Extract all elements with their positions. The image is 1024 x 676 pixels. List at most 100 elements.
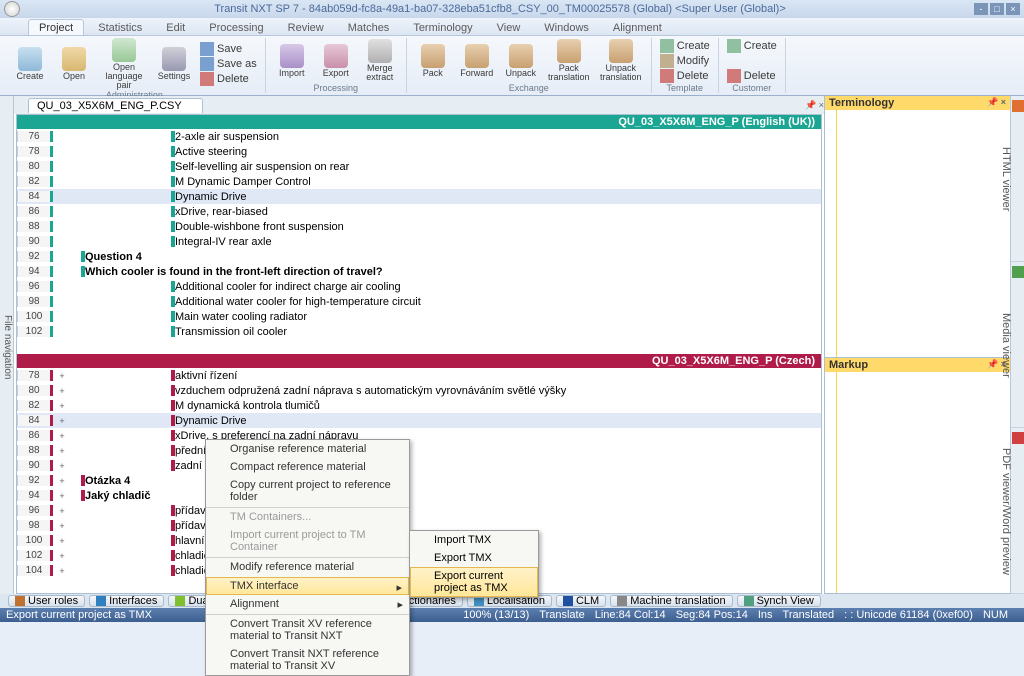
app-logo (4, 1, 20, 17)
settings-button[interactable]: Settings (154, 38, 194, 90)
submenu-export-tmx[interactable]: Export TMX (410, 549, 538, 567)
status-line: Line:84 Col:14 (595, 609, 666, 621)
open-button[interactable]: Open (54, 38, 94, 90)
status-bar: Export current project as TMX 100% (13/1… (0, 608, 1024, 622)
segment-row[interactable]: 92Question 4 (17, 249, 821, 264)
chevron-right-icon: ▸ (397, 598, 403, 611)
tmpl-modify-button[interactable]: Modify (658, 54, 712, 68)
segment-row[interactable]: 762-axle air suspension (17, 129, 821, 144)
group-tmpl-label: Template (658, 83, 712, 93)
tmpl-delete-button[interactable]: Delete (658, 69, 712, 83)
menu-convert-nxt[interactable]: Convert Transit NXT reference material t… (206, 645, 409, 675)
btn-user-roles[interactable]: User roles (8, 595, 85, 607)
editor-pin-icon[interactable]: 📌 × (805, 100, 824, 111)
menu-organise[interactable]: Organise reference material (206, 440, 409, 458)
status-num: NUM (983, 609, 1008, 621)
segment-row[interactable]: 84Dynamic Drive (17, 189, 821, 204)
segment-row[interactable]: 92+Otázka 4 (17, 473, 821, 488)
segment-row[interactable]: 78+aktivní řízení (17, 368, 821, 383)
menu-alignment[interactable]: Alignment▸ (206, 595, 409, 613)
create-button[interactable]: Create (10, 38, 50, 90)
maximize-button[interactable]: □ (990, 3, 1004, 15)
segment-row[interactable]: 88Double-wishbone front suspension (17, 219, 821, 234)
segment-row[interactable]: 86+xDrive, s preferencí na zadní nápravu (17, 428, 821, 443)
saveas-button[interactable]: Save as (198, 57, 259, 71)
segment-row[interactable]: 96Additional cooler for indirect charge … (17, 279, 821, 294)
tab-project[interactable]: Project (28, 19, 84, 35)
tab-terminology[interactable]: Terminology (403, 20, 482, 35)
group-cust-label: Customer (725, 83, 779, 93)
segment-row[interactable]: 82M Dynamic Damper Control (17, 174, 821, 189)
merge-button[interactable]: Merge extract (360, 38, 400, 83)
minimize-button[interactable]: - (974, 3, 988, 15)
side-media-viewer[interactable]: Media viewer (1011, 262, 1024, 428)
status-hint: Export current project as TMX (6, 609, 152, 621)
segment-row[interactable]: 84+Dynamic Drive (17, 413, 821, 428)
segment-row[interactable]: 98Additional water cooler for high-tempe… (17, 294, 821, 309)
tmpl-create-button[interactable]: Create (658, 39, 712, 53)
file-tab-row: QU_03_X5X6M_ENG_P.CSY 📌 × (14, 96, 824, 114)
menu-modify[interactable]: Modify reference material (206, 557, 409, 576)
tab-processing[interactable]: Processing (199, 20, 273, 35)
tab-statistics[interactable]: Statistics (88, 20, 152, 35)
segment-row[interactable]: 88+přední n (17, 443, 821, 458)
menu-convert-xv[interactable]: Convert Transit XV reference material to… (206, 614, 409, 645)
save-button[interactable]: Save (198, 42, 259, 56)
menu-tmx[interactable]: TMX interface▸ (206, 577, 409, 595)
segment-row[interactable]: 90+zadní víc (17, 458, 821, 473)
export-button[interactable]: Export (316, 38, 356, 83)
cust-delete-button[interactable]: Delete (725, 69, 779, 83)
pack-button[interactable]: Pack (413, 38, 453, 83)
tab-edit[interactable]: Edit (156, 20, 195, 35)
segment-row[interactable]: 94Which cooler is found in the front-lef… (17, 264, 821, 279)
side-pdf-viewer[interactable]: PDF viewer/Word preview (1011, 428, 1024, 594)
segment-row[interactable]: 102Transmission oil cooler (17, 324, 821, 339)
side-html-viewer[interactable]: HTML viewer (1011, 96, 1024, 262)
ribbon: Create Open Open language pair Settings … (0, 36, 1024, 96)
status-translated: Translated (783, 609, 835, 621)
menu-copy[interactable]: Copy current project to reference folder (206, 476, 409, 506)
submenu-export-current[interactable]: Export current project as TMX (410, 567, 538, 597)
tab-matches[interactable]: Matches (338, 20, 400, 35)
segment-row[interactable]: 90Integral-IV rear axle (17, 234, 821, 249)
tab-view[interactable]: View (487, 20, 531, 35)
tab-windows[interactable]: Windows (534, 20, 599, 35)
menu-compact[interactable]: Compact reference material (206, 458, 409, 476)
window-title: Transit NXT SP 7 - 84ab059d-fc8a-49a1-ba… (26, 3, 974, 15)
btn-synch-view[interactable]: Synch View (737, 595, 821, 607)
import-button[interactable]: Import (272, 38, 312, 83)
btn-machine-translation[interactable]: Machine translation (610, 595, 732, 607)
segment-row[interactable]: 96+přídavný (17, 503, 821, 518)
segment-row[interactable]: 86xDrive, rear-biased (17, 204, 821, 219)
close-button[interactable]: × (1006, 3, 1020, 15)
unpack-button[interactable]: Unpack (501, 38, 541, 83)
segment-row[interactable]: 94+Jaký chladič (17, 488, 821, 503)
side-file-navigation[interactable]: File navigation (0, 96, 14, 594)
chevron-right-icon: ▸ (396, 581, 402, 594)
btn-clm[interactable]: CLM (556, 595, 606, 607)
file-tab[interactable]: QU_03_X5X6M_ENG_P.CSY (28, 98, 203, 113)
unpacktrans-button[interactable]: Unpack translation (597, 38, 645, 83)
packtrans-button[interactable]: Pack translation (545, 38, 593, 83)
btn-interfaces[interactable]: Interfaces (89, 595, 164, 607)
status-mode: Translate (539, 609, 584, 621)
open-langpair-button[interactable]: Open language pair (98, 38, 150, 90)
delete-button[interactable]: Delete (198, 72, 259, 86)
status-seg: Seg:84 Pos:14 (676, 609, 748, 621)
forward-button[interactable]: Forward (457, 38, 497, 83)
tab-review[interactable]: Review (278, 20, 334, 35)
source-grid[interactable]: 762-axle air suspension78Active steering… (17, 129, 821, 354)
segment-row[interactable]: 80+vzduchem odpružená zadní náprava s au… (17, 383, 821, 398)
terminology-title: Terminology (829, 97, 894, 109)
segment-row[interactable]: 100Main water cooling radiator (17, 309, 821, 324)
cust-create-button[interactable]: Create (725, 39, 779, 53)
segment-row[interactable]: 78Active steering (17, 144, 821, 159)
submenu-import-tmx[interactable]: Import TMX (410, 531, 538, 549)
segment-row[interactable]: 82+M dynamická kontrola tlumičů (17, 398, 821, 413)
tab-alignment[interactable]: Alignment (603, 20, 672, 35)
markup-title: Markup (829, 359, 868, 371)
segment-row[interactable]: 80Self-levelling air suspension on rear (17, 159, 821, 174)
src-pane-title: QU_03_X5X6M_ENG_P (English (UK)) (618, 116, 815, 128)
status-ins: Ins (758, 609, 773, 621)
terminology-body (825, 110, 1010, 357)
